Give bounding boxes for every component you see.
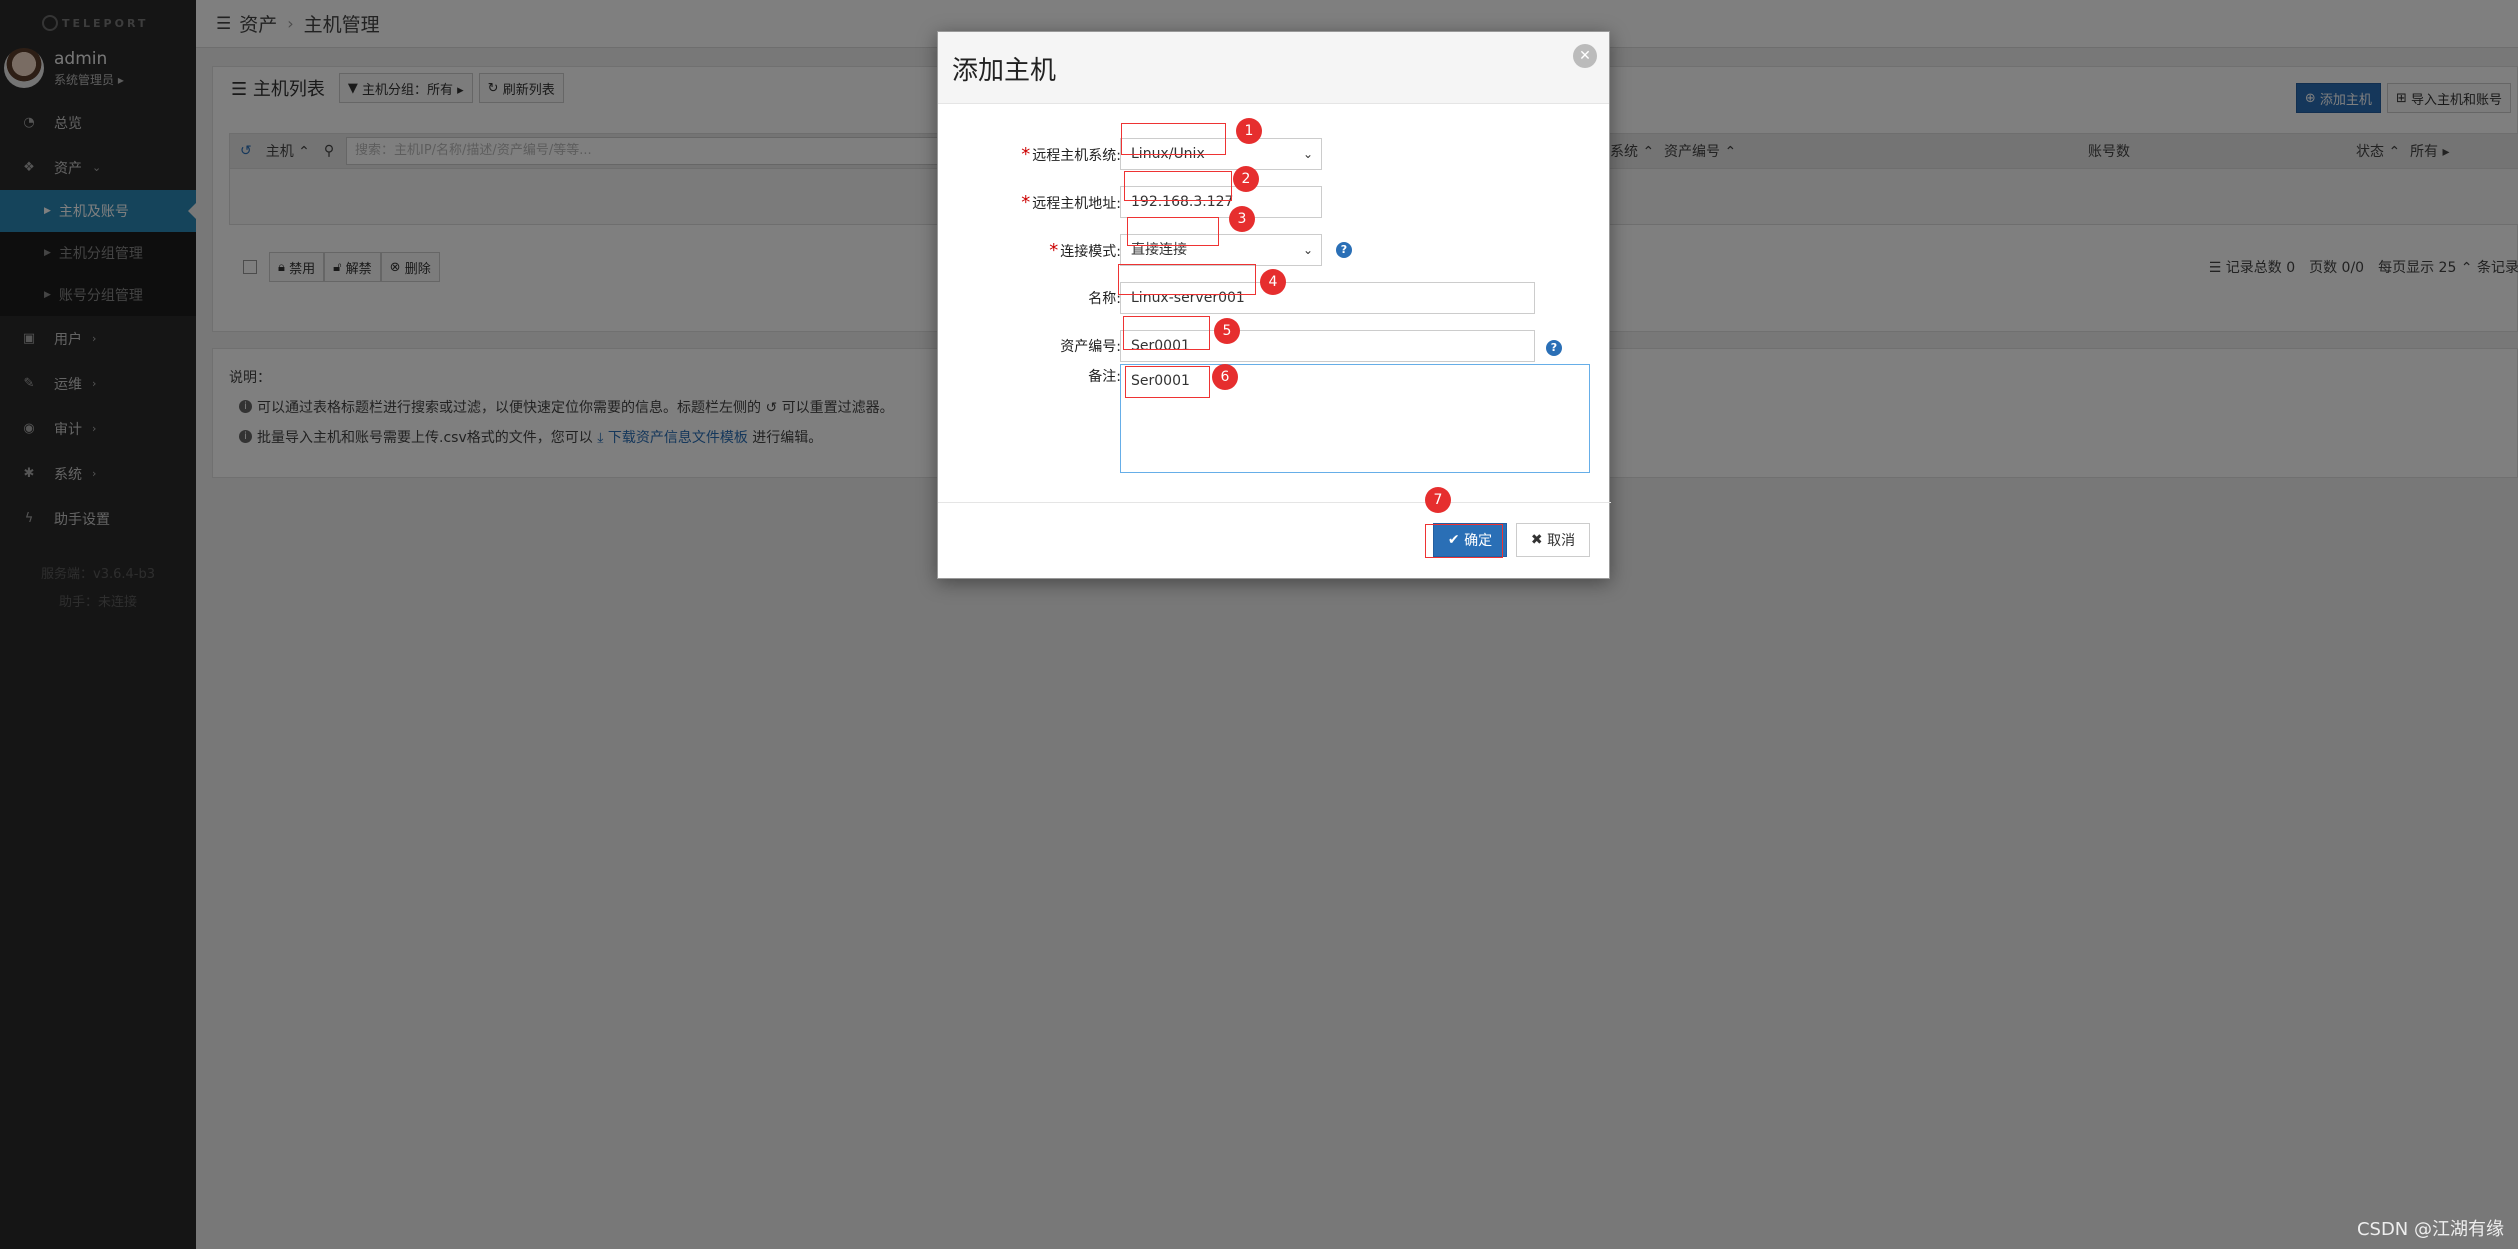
step-marker-7: 7	[1425, 487, 1451, 513]
step-marker-2: 2	[1233, 166, 1259, 192]
name-label: 名称:	[1088, 291, 1121, 307]
close-icon: ✖	[1530, 532, 1543, 548]
watermark: CSDN @江湖有缘	[2356, 1219, 2504, 1240]
add-host-dialog: 添加主机 ✕ * 远程主机系统: Linux/Unix ⌄ 1 * 远程主机地址: 1…	[937, 31, 1611, 579]
confirm-button[interactable]: ✔ 确定	[1433, 523, 1507, 557]
chevron-down-icon: ⌄	[1302, 243, 1313, 257]
asset-no-label: 资产编号:	[1060, 339, 1121, 355]
remark-textarea[interactable]: Ser0001	[1120, 364, 1590, 473]
ip-label: * 远程主机地址:	[1021, 191, 1121, 213]
check-icon: ✔	[1447, 532, 1460, 548]
ip-input[interactable]: 192.168.3.127	[1120, 186, 1322, 218]
help-icon[interactable]: ?	[1336, 242, 1352, 258]
close-icon[interactable]: ✕	[1573, 44, 1597, 68]
step-marker-1: 1	[1236, 118, 1262, 144]
step-marker-4: 4	[1260, 269, 1286, 295]
remark-label: 备注:	[1088, 369, 1121, 385]
help-icon[interactable]: ?	[1546, 340, 1562, 356]
step-marker-3: 3	[1229, 206, 1255, 232]
os-select[interactable]: Linux/Unix ⌄	[1120, 138, 1322, 170]
connection-mode-select[interactable]: 直接连接 ⌄	[1120, 234, 1322, 266]
dialog-title: 添加主机	[952, 56, 1057, 86]
os-label: * 远程主机系统:	[1021, 143, 1121, 165]
step-marker-5: 5	[1214, 318, 1240, 344]
name-input[interactable]: Linux-server001	[1120, 282, 1535, 314]
chevron-down-icon: ⌄	[1302, 147, 1313, 161]
cancel-button[interactable]: ✖ 取消	[1516, 523, 1590, 557]
asset-no-input[interactable]: Ser0001	[1120, 330, 1535, 362]
mode-label: * 连接模式:	[1049, 239, 1121, 261]
step-marker-6: 6	[1212, 364, 1238, 390]
